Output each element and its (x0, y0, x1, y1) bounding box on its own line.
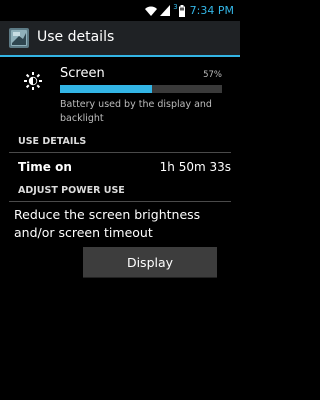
clock-time: 7:34 (189, 4, 215, 17)
brightness-icon (24, 72, 42, 90)
detail-label-time-on: Time on (18, 160, 72, 174)
status-bar: 3 7:34 PM (0, 0, 240, 21)
usage-label: Screen (60, 66, 105, 81)
power-advice-text: Reduce the screen brightness and/or scre… (14, 207, 201, 240)
battery-app-icon[interactable] (9, 28, 29, 48)
display-settings-button[interactable]: Display (83, 247, 217, 277)
usage-progress-fill (60, 85, 153, 93)
usage-progress-bar (60, 85, 222, 93)
detail-value-time-on: 1h 50m 33s (159, 160, 231, 174)
use-details-content: Screen 57% Battery used by the display a… (0, 57, 240, 400)
clock-ampm: PM (217, 4, 234, 17)
sim-indicator: 3 (173, 3, 178, 11)
signal-icon (160, 5, 171, 16)
battery-icon (178, 4, 185, 17)
usage-description: Battery used by the display and backligh… (60, 99, 212, 124)
section-header-use-details: USE DETAILS (9, 136, 231, 153)
page-title: Use details (37, 29, 115, 45)
section-header-adjust-power: ADJUST POWER USE (9, 185, 231, 202)
action-bar: Use details (0, 21, 240, 57)
wifi-icon (145, 6, 158, 16)
status-icons: 3 7:34 PM (145, 3, 234, 18)
usage-percent: 57% (203, 70, 222, 80)
